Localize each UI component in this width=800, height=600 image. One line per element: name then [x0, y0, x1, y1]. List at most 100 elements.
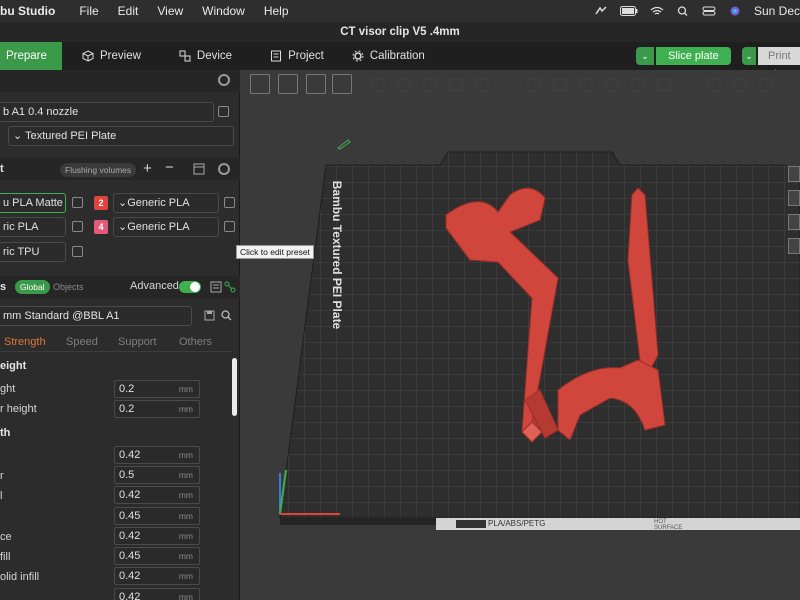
param-label: fill: [0, 551, 11, 563]
filament-slot-4[interactable]: ⌄Generic PLA: [113, 217, 219, 237]
filament-gear-icon[interactable]: [218, 163, 230, 175]
filament-slot-3[interactable]: ric PLA: [0, 217, 66, 237]
tab-preview-label: Preview: [100, 50, 141, 62]
menu-help[interactable]: Help: [264, 4, 289, 18]
printer-gear-icon[interactable]: [218, 74, 230, 86]
cube-icon: [82, 50, 94, 62]
compare-icon[interactable]: [210, 281, 222, 293]
param-unit: mm: [178, 404, 193, 414]
plate-brand-text-box: Bambu Textured PEI Plate: [326, 170, 346, 340]
menu-view[interactable]: View: [157, 4, 183, 18]
subtab-others[interactable]: Others: [179, 336, 212, 348]
menu-edit[interactable]: Edit: [118, 4, 139, 18]
menu-file[interactable]: File: [79, 4, 98, 18]
project-icon: [271, 50, 282, 62]
param-unit: mm: [178, 571, 193, 581]
plate-brand-text: Bambu Textured PEI Plate: [330, 180, 344, 330]
printer-section-header: [0, 70, 240, 92]
control-center-icon[interactable]: [702, 6, 716, 16]
slice-group: ⌄ Slice plate: [636, 47, 731, 65]
slice-dropdown-button[interactable]: ⌄: [636, 47, 654, 65]
printer-sync-icon[interactable]: [193, 163, 205, 175]
chevron-down-icon: ⌄: [13, 130, 26, 142]
param-label: olid infill: [0, 571, 40, 583]
filament-section-header: t Flushing volumes + −: [0, 158, 240, 180]
sidebar-scrollbar[interactable]: [232, 358, 237, 416]
filament-5-edit-icon[interactable]: [72, 246, 83, 257]
search-icon[interactable]: [221, 310, 232, 321]
param-value: 0.2: [119, 403, 135, 415]
menu-app-name[interactable]: bu Studio: [0, 4, 55, 18]
objects-toggle[interactable]: Objects: [53, 282, 84, 292]
plate-type-label: Textured PEI Plate: [25, 130, 117, 142]
subtab-support[interactable]: Support: [118, 336, 157, 348]
battery-icon[interactable]: [619, 6, 638, 16]
menu-clock[interactable]: Sun Dec: [754, 4, 800, 18]
process-tree-icon[interactable]: [224, 281, 236, 293]
param-unit: mm: [178, 531, 193, 541]
chevron-down-icon: ⌄: [118, 197, 128, 209]
tab-project[interactable]: Project: [258, 42, 336, 70]
filament-1-edit-icon[interactable]: [72, 197, 83, 208]
tab-device[interactable]: Device: [167, 42, 244, 70]
save-icon[interactable]: [204, 310, 215, 321]
stage-manager-icon[interactable]: [594, 6, 608, 16]
process-preset-select[interactable]: mm Standard @BBL A1: [0, 306, 192, 326]
filament-slot-5[interactable]: ric TPU: [0, 242, 66, 262]
flushing-volumes-button[interactable]: Flushing volumes: [60, 163, 137, 177]
param-value-input[interactable]: 0.42 mm: [114, 588, 200, 600]
plate-type-select[interactable]: ⌄ Textured PEI Plate: [8, 126, 234, 146]
view-control-2[interactable]: [788, 190, 800, 206]
param-value-input[interactable]: 0.2 mm: [114, 380, 200, 398]
param-value-input[interactable]: 0.42 mm: [114, 567, 200, 585]
plate-footer-text: PLA/ABS/PETG: [488, 519, 546, 528]
filament-2-edit-icon[interactable]: [224, 197, 235, 208]
filament-slot-1[interactable]: u PLA Matte: [0, 193, 66, 213]
param-value-input[interactable]: 0.42 mm: [114, 527, 200, 545]
filament-4-badge: 4: [94, 220, 108, 234]
filament-slot-2[interactable]: ⌄Generic PLA: [113, 193, 219, 213]
param-value-input[interactable]: 0.42 mm: [114, 446, 200, 464]
view-control-4[interactable]: [788, 238, 800, 254]
siri-icon[interactable]: [728, 6, 742, 16]
print-plate-button[interactable]: Print pl: [758, 47, 800, 80]
filament-slot-2-label: Generic PLA: [127, 197, 190, 209]
sidebar: b A1 0.4 nozzle ⌄ Textured PEI Plate t F…: [0, 70, 240, 600]
subtab-speed[interactable]: Speed: [66, 336, 98, 348]
param-value-input[interactable]: 0.45 mm: [114, 507, 200, 525]
global-toggle[interactable]: Global: [15, 280, 50, 294]
add-filament-icon[interactable]: +: [143, 160, 152, 177]
menu-window[interactable]: Window: [202, 4, 245, 18]
advanced-switch[interactable]: [179, 281, 201, 293]
wifi-icon[interactable]: [650, 6, 664, 16]
param-label: r: [0, 470, 4, 482]
pen-icon[interactable]: [336, 138, 352, 150]
param-value-input[interactable]: 0.45 mm: [114, 547, 200, 565]
param-value: 0.42: [119, 449, 141, 461]
view-control-1[interactable]: [788, 166, 800, 182]
remove-filament-icon[interactable]: −: [165, 159, 174, 176]
param-unit: mm: [178, 470, 193, 480]
slice-plate-button[interactable]: Slice plate: [656, 47, 731, 65]
printer-preset-select[interactable]: b A1 0.4 nozzle: [0, 102, 214, 122]
search-icon[interactable]: [676, 6, 690, 16]
subtab-strength[interactable]: Strength: [4, 336, 46, 348]
process-header-label: s: [0, 281, 7, 293]
param-value-input[interactable]: 0.5 mm: [114, 466, 200, 484]
param-value-input[interactable]: 0.2 mm: [114, 400, 200, 418]
param-unit: mm: [178, 592, 193, 600]
3d-viewport[interactable]: Bambu Textured PEI Plate PLA/ABS/PETG HO…: [240, 70, 800, 600]
tab-prepare[interactable]: Prepare: [0, 42, 62, 70]
param-value-input[interactable]: 0.42 mm: [114, 486, 200, 504]
param-unit: mm: [178, 450, 193, 460]
param-unit: mm: [178, 551, 193, 561]
print-dropdown-button[interactable]: ⌄: [742, 47, 756, 65]
calibration-icon: [352, 50, 364, 62]
filament-4-edit-icon[interactable]: [224, 221, 235, 232]
printer-edit-icon[interactable]: [218, 106, 229, 117]
filament-3-edit-icon[interactable]: [72, 221, 83, 232]
view-control-3[interactable]: [788, 214, 800, 230]
tab-calibration[interactable]: Calibration: [340, 42, 437, 70]
plate-footer-logo: [456, 520, 486, 528]
tab-preview[interactable]: Preview: [70, 42, 153, 70]
